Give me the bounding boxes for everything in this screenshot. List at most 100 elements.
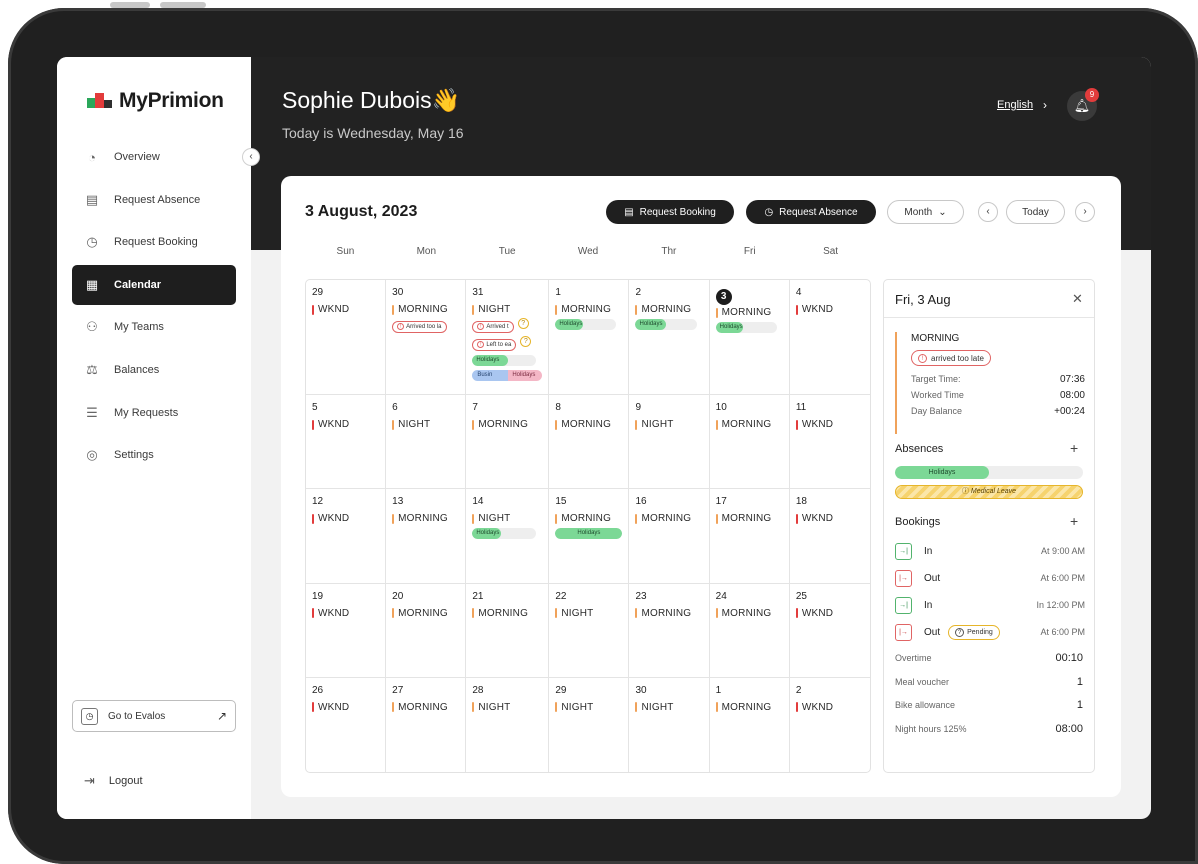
calendar-day-cell[interactable]: 9 NIGHT xyxy=(629,395,710,490)
day-number: 9 xyxy=(635,402,642,413)
day-balance-label: Day Balance xyxy=(911,406,963,416)
add-absence-button[interactable]: + xyxy=(1070,440,1078,456)
view-select[interactable]: Month ⌄ xyxy=(887,200,964,224)
app-logo[interactable]: MyPrimion xyxy=(87,89,224,113)
calendar-day-cell[interactable]: 8 MORNING xyxy=(549,395,630,490)
sidebar-item-request-absence[interactable]: ▤ Request Absence xyxy=(72,180,236,220)
sidebar-item-my-requests[interactable]: ☰ My Requests xyxy=(72,393,236,433)
calendar-day-cell[interactable]: 18 WKND xyxy=(789,489,870,584)
calendar-day-cell[interactable]: 19 WKND xyxy=(306,583,387,678)
calendar-day-cell[interactable]: 3 MORNING Holidays xyxy=(709,280,790,395)
calendar-day-cell[interactable]: 27 MORNING xyxy=(386,677,467,772)
sidebar-item-overview[interactable]: ◔ Overview xyxy=(72,137,236,177)
booking-row[interactable]: |→ Out? Pending At 6:00 PM xyxy=(895,623,1085,641)
calendar-icon: ▦ xyxy=(85,276,99,292)
calendar-day-cell[interactable]: 1 MORNING xyxy=(710,677,790,772)
holiday-chip[interactable]: Holidays xyxy=(472,528,537,540)
holiday-chip[interactable]: Holidays xyxy=(715,322,777,333)
holiday-label: Holidays xyxy=(508,370,543,381)
absence-medical-bar[interactable]: ⓘ Medical Leave xyxy=(895,485,1083,499)
holiday-chip[interactable]: Holidays xyxy=(555,528,623,540)
holiday-chip[interactable]: Holidays xyxy=(635,319,697,330)
booking-type: Out xyxy=(924,626,941,638)
alert-badge[interactable]: ! Left to ea xyxy=(472,338,517,351)
calendar-day-cell[interactable]: 20 MORNING xyxy=(386,583,467,678)
calendar-day-cell[interactable]: 22 NIGHT xyxy=(549,583,630,678)
alert-badge[interactable]: ! Arrived t xyxy=(472,320,514,333)
calendar-day-cell[interactable]: 17 MORNING xyxy=(709,489,790,584)
calendar-day-cell[interactable]: 5 WKND xyxy=(306,395,387,490)
logout-button[interactable]: ⇥ Logout xyxy=(84,773,143,789)
shift-name: WKND xyxy=(801,419,834,430)
calendar-day-cell[interactable]: 23 MORNING xyxy=(629,583,710,678)
language-selector[interactable]: English xyxy=(997,99,1033,111)
calendar-day-cell[interactable]: 30 MORNING! Arrived too la xyxy=(386,280,467,395)
weekday-label: Fri xyxy=(743,246,756,257)
alert-label: Arrived too la xyxy=(406,323,442,330)
go-to-evalos-button[interactable]: ◷ Go to Evalos ↗ xyxy=(72,700,236,732)
weekday-label: Mon xyxy=(416,246,437,257)
shift-name: WKND xyxy=(801,701,834,713)
next-month-button[interactable]: › xyxy=(1075,202,1095,222)
calendar-day-cell[interactable]: 16 MORNING xyxy=(629,489,710,584)
shift-name: NIGHT xyxy=(641,701,674,713)
calendar-day-cell[interactable]: 11 WKND xyxy=(789,395,870,490)
calendar-day-cell[interactable]: 29 NIGHT xyxy=(549,677,630,772)
calendar-day-cell[interactable]: 24 MORNING xyxy=(709,583,790,678)
calendar-day-cell[interactable]: 2 MORNING Holidays xyxy=(629,280,710,395)
add-booking-button[interactable]: + xyxy=(1070,513,1078,529)
holiday-chip[interactable]: Holidays xyxy=(472,355,537,366)
sidebar-item-calendar[interactable]: ▦ Calendar xyxy=(72,264,236,305)
calendar-day-cell[interactable]: 7 MORNING xyxy=(466,395,550,490)
holiday-label: Holidays xyxy=(719,324,743,330)
booking-row[interactable]: |→ Out At 6:00 PM xyxy=(895,569,1085,587)
collapse-sidebar-button[interactable]: ‹ xyxy=(242,148,260,166)
day-number: 30 xyxy=(635,684,647,696)
holiday-chip[interactable]: Holidays xyxy=(555,319,617,330)
calendar-day-cell[interactable]: 2 WKND xyxy=(790,678,870,772)
absence-holiday-label: Holidays xyxy=(895,466,989,479)
bike-allowance-row: Bike allowance 1 xyxy=(895,699,1083,711)
calendar-day-cell[interactable]: 12 WKND xyxy=(306,489,387,584)
shift-label: MORNING xyxy=(555,419,622,430)
shift-marker xyxy=(472,419,475,430)
calendar-day-cell[interactable]: 14 NIGHT Holidays xyxy=(466,489,550,584)
prev-month-button[interactable]: ‹ xyxy=(978,202,998,222)
calendar-day-cell[interactable]: 28 NIGHT xyxy=(466,677,550,772)
calendar-day-cell[interactable]: 30 NIGHT xyxy=(629,677,710,772)
month-grid: 29 WKND 30 MORNING! Arrived too la 31 NIGHT! Ar… xyxy=(305,279,871,773)
sidebar-item-my-teams[interactable]: ⚇ My Teams xyxy=(72,307,236,347)
calendar-day-cell[interactable]: 15 MORNING Holidays xyxy=(549,489,630,584)
sidebar-item-settings[interactable]: ◎ Settings xyxy=(72,435,236,475)
booking-row[interactable]: →| In At 9:00 AM xyxy=(895,542,1085,560)
holiday-label: Holidays xyxy=(639,321,663,327)
sidebar-item-request-booking[interactable]: ◷ Request Booking xyxy=(72,222,236,262)
day-number: 24 xyxy=(715,590,727,602)
calendar-day-cell[interactable]: 29 WKND xyxy=(306,280,387,395)
shift-marker xyxy=(635,419,638,430)
calendar-day-cell[interactable]: 10 MORNING xyxy=(709,395,790,490)
logout-icon: ⇥ xyxy=(84,773,95,788)
calendar-day-cell[interactable]: 1 MORNING Holidays xyxy=(549,280,630,395)
calendar-day-cell[interactable]: 25 WKND xyxy=(789,584,870,678)
absence-holiday-bar[interactable]: Holidays xyxy=(895,466,1083,479)
sidebar-item-balances[interactable]: ⚖ Balances xyxy=(72,350,236,390)
alert-badge[interactable]: ! Arrived too la xyxy=(392,320,447,333)
close-icon[interactable]: ✕ xyxy=(1072,291,1083,307)
booking-row[interactable]: →| In In 12:00 PM xyxy=(895,596,1085,614)
shift-marker xyxy=(635,608,638,618)
calendar-day-cell[interactable]: 21 MORNING xyxy=(466,583,550,678)
shift-marker xyxy=(392,702,395,713)
calendar-day-cell[interactable]: 26 WKND xyxy=(306,677,387,772)
day-number: 10 xyxy=(715,402,727,413)
calendar-day-cell[interactable]: 4 WKND xyxy=(789,280,870,395)
holiday-label: Holidays xyxy=(559,321,583,327)
business-holiday-chip[interactable]: Busin Holidays xyxy=(472,370,543,381)
request-booking-button[interactable]: ▤ Request Booking xyxy=(606,200,734,224)
calendar-day-cell[interactable]: 31 NIGHT! Arrived t?! Left to ea? Holidays Bu… xyxy=(466,280,550,395)
calendar-day-cell[interactable]: 6 NIGHT xyxy=(386,395,467,490)
request-absence-button[interactable]: ◷ Request Absence xyxy=(746,200,876,224)
today-button[interactable]: Today xyxy=(1006,200,1065,224)
day-number: 3 xyxy=(715,289,732,305)
calendar-day-cell[interactable]: 13 MORNING xyxy=(386,489,467,584)
